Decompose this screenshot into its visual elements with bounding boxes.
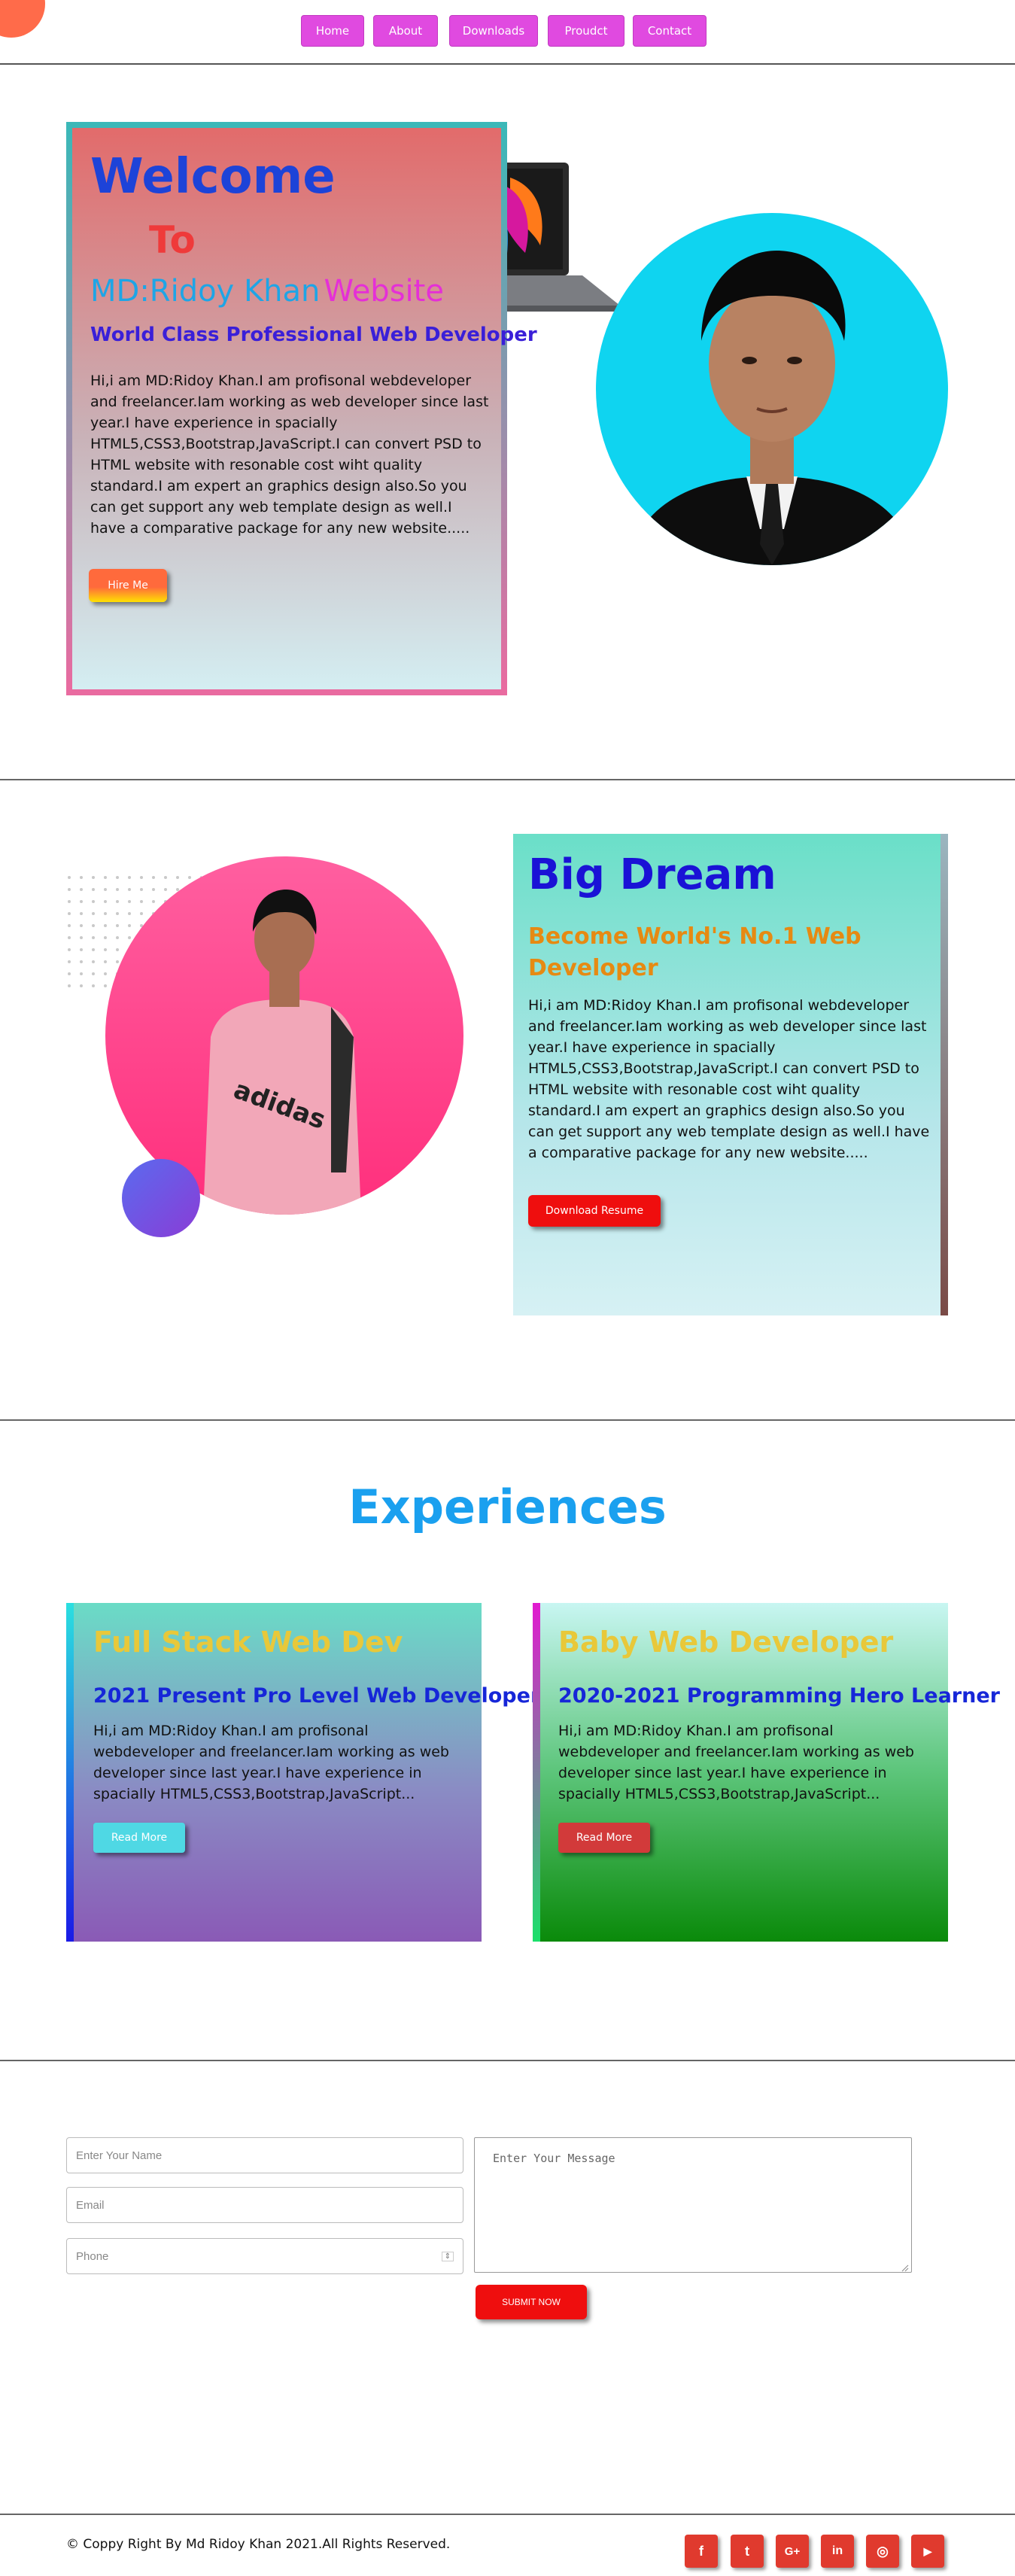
message-textarea[interactable]: Enter Your Message (474, 2137, 912, 2273)
instagram-icon[interactable]: ◎ (866, 2535, 899, 2568)
resize-handle-icon[interactable] (900, 2261, 909, 2272)
section-divider (0, 779, 1015, 780)
copyright-text: © Coppy Right By Md Ridoy Khan 2021.All … (66, 2537, 451, 2552)
experience-subheading: 2020-2021 Programming Hero Learner (558, 1684, 1000, 1708)
big-dream-paragraph: Hi,i am MD:Ridoy Khan.I am profisonal we… (528, 997, 930, 1161)
experience-heading: Baby Web Developer (558, 1626, 894, 1659)
navbar: Home About Downloads Proudct Contact (0, 0, 1015, 65)
footer-divider (0, 2514, 1015, 2515)
hero-tagline: World Class Professional Web Developer (90, 324, 537, 346)
linkedin-icon[interactable]: in (821, 2535, 854, 2568)
hire-me-button[interactable]: Hire Me (89, 569, 167, 602)
big-dream-subtitle: Become World's No.1 Web Developer (528, 923, 862, 981)
hero-paragraph: Hi,i am MD:Ridoy Khan.I am profisonal we… (90, 373, 489, 537)
nav-product-button[interactable]: Proudct (548, 15, 624, 47)
number-stepper-icon[interactable]: ⇕ (441, 2251, 454, 2261)
hero-welcome-heading: Welcome (90, 149, 336, 205)
read-more-button[interactable]: Read More (558, 1823, 650, 1853)
experience-text: Hi,i am MD:Ridoy Khan.I am profisonal we… (558, 1723, 914, 1802)
hero-name-text: MD:Ridoy Khan (90, 274, 321, 309)
experience-heading: Full Stack Web Dev (93, 1626, 403, 1659)
hero-to-heading: To (149, 218, 196, 262)
experience-text: Hi,i am MD:Ridoy Khan.I am profisonal we… (93, 1723, 449, 1802)
read-more-button[interactable]: Read More (93, 1823, 185, 1853)
nav-contact-button[interactable]: Contact (633, 15, 707, 47)
nav-home-button[interactable]: Home (301, 15, 364, 47)
section-divider (0, 1419, 1015, 1421)
google-plus-icon[interactable]: G+ (776, 2535, 809, 2568)
experience-subheading: 2021 Present Pro Level Web Developer (93, 1684, 541, 1708)
profile-photo-circle (596, 213, 948, 565)
section-divider (0, 2060, 1015, 2061)
nav-about-button[interactable]: About (373, 15, 438, 47)
nav-downloads-button[interactable]: Downloads (449, 15, 538, 47)
hero-website-text: Website (324, 274, 444, 309)
big-dream-title: Big Dream (528, 850, 776, 899)
youtube-icon[interactable]: ▶ (911, 2535, 944, 2568)
email-field[interactable]: Email (66, 2187, 463, 2223)
purple-circle-decoration (122, 1159, 200, 1237)
download-resume-button[interactable]: Download Resume (528, 1195, 661, 1227)
phone-placeholder: Phone (76, 2249, 109, 2263)
hero-name-heading: MD:Ridoy Khan Website (90, 274, 444, 309)
twitter-icon[interactable]: t (731, 2535, 764, 2568)
experiences-title: Experiences (348, 1480, 667, 1534)
submit-now-button[interactable]: SUBMIT NOW (476, 2285, 587, 2319)
facebook-icon[interactable]: f (685, 2535, 718, 2568)
name-field[interactable]: Enter Your Name (66, 2137, 463, 2173)
phone-field[interactable]: Phone ⇕ (66, 2238, 463, 2274)
